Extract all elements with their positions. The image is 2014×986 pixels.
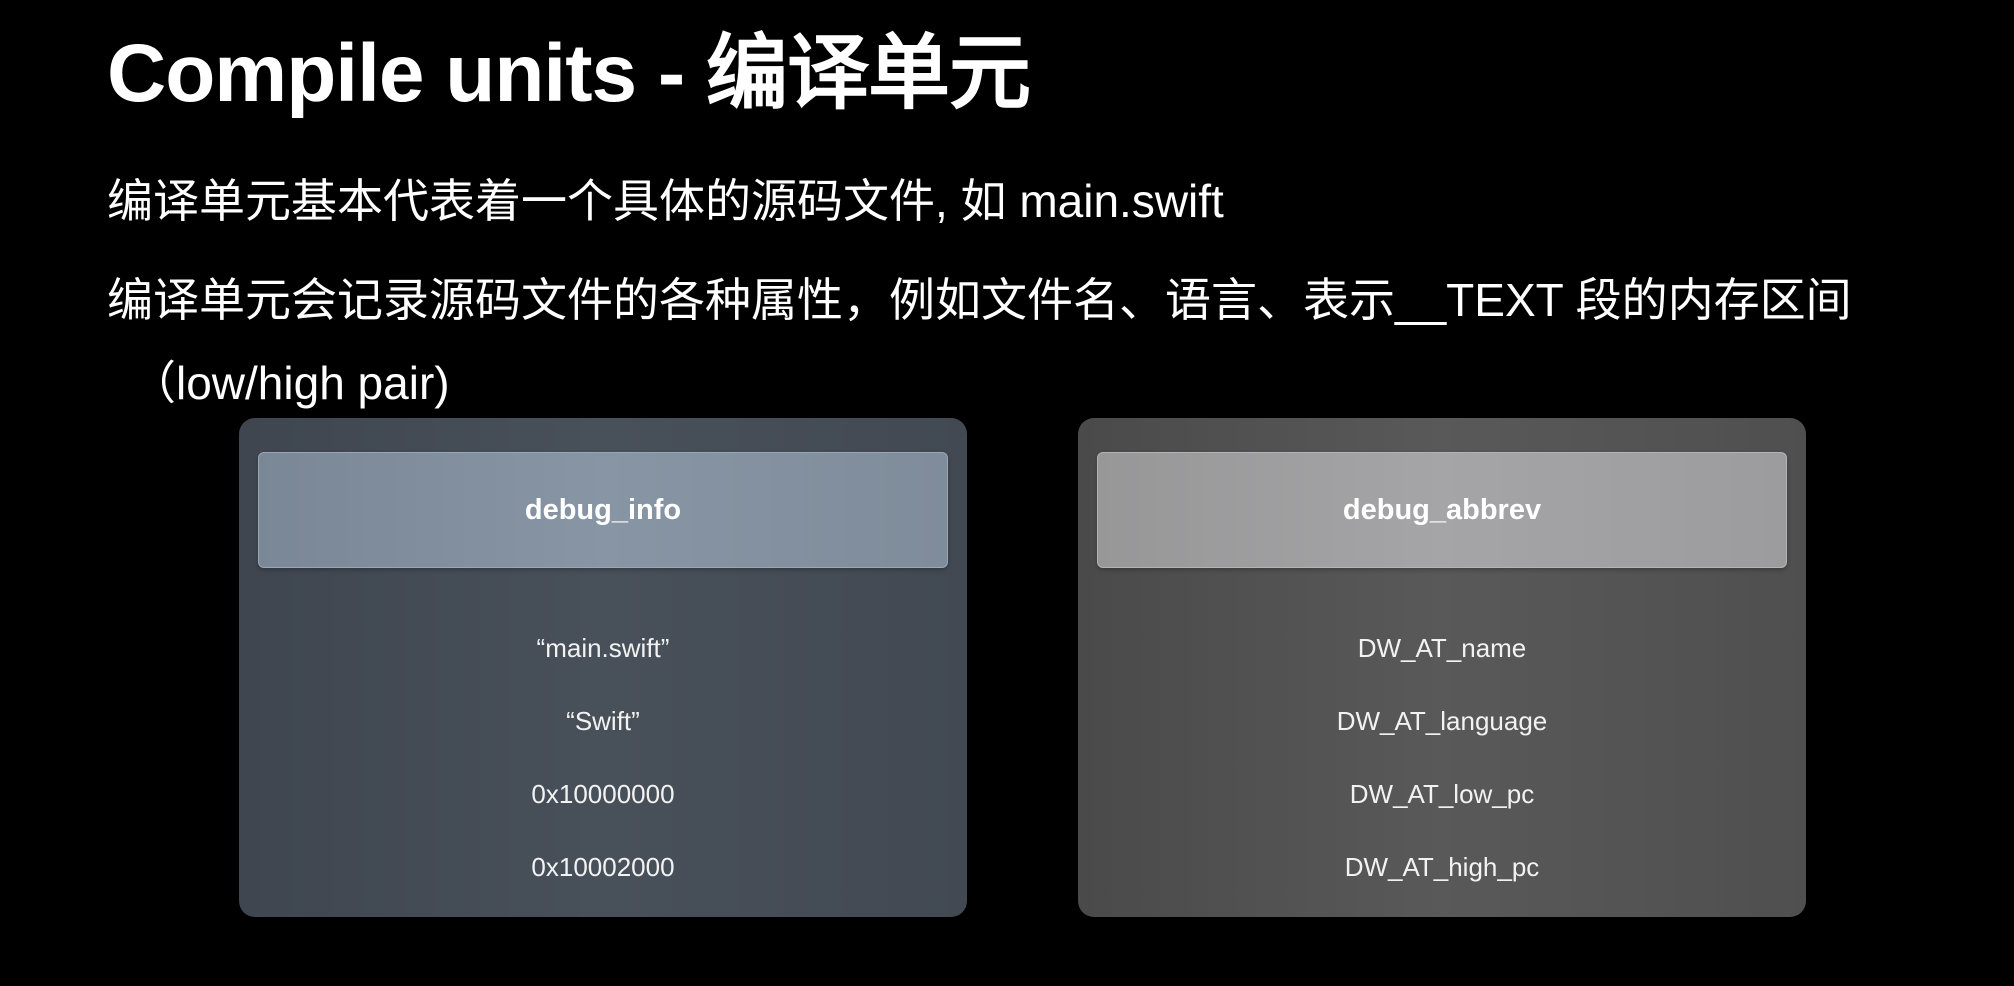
debug-abbrev-attr-low-pc: DW_AT_low_pc <box>1349 779 1535 809</box>
description-line-1: 编译单元基本代表着一个具体的源码文件, 如 main.swift <box>107 175 1224 227</box>
debug-info-value-low-pc: 0x10000000 <box>531 779 675 809</box>
description-line-3: （low/high pair) <box>130 357 450 409</box>
debug-abbrev-attr-name: DW_AT_name <box>1357 633 1527 663</box>
description-line-2: 编译单元会记录源码文件的各种属性，例如文件名、语言、表示__TEXT 段的内存区… <box>107 274 1852 326</box>
debug-info-header: debug_info <box>258 452 948 568</box>
debug-abbrev-attributes: DW_AT_name DW_AT_language DW_AT_low_pc D… <box>1078 612 1806 904</box>
debug-info-panel: debug_info “main.swift” “Swift” 0x100000… <box>239 418 967 917</box>
debug-abbrev-header: debug_abbrev <box>1097 452 1787 568</box>
slide: Compile units - 编译单元 编译单元基本代表着一个具体的源码文件,… <box>0 0 2014 986</box>
debug-info-value-language: “Swift” <box>566 706 640 736</box>
debug-info-value-high-pc: 0x10002000 <box>531 852 675 882</box>
slide-title: Compile units - 编译单元 <box>107 28 1031 119</box>
debug-abbrev-attr-language: DW_AT_language <box>1336 706 1548 736</box>
debug-abbrev-panel: debug_abbrev DW_AT_name DW_AT_language D… <box>1078 418 1806 917</box>
debug-abbrev-attr-high-pc: DW_AT_high_pc <box>1344 852 1540 882</box>
debug-info-value-name: “main.swift” <box>536 633 670 663</box>
debug-info-values: “main.swift” “Swift” 0x10000000 0x100020… <box>239 612 967 904</box>
